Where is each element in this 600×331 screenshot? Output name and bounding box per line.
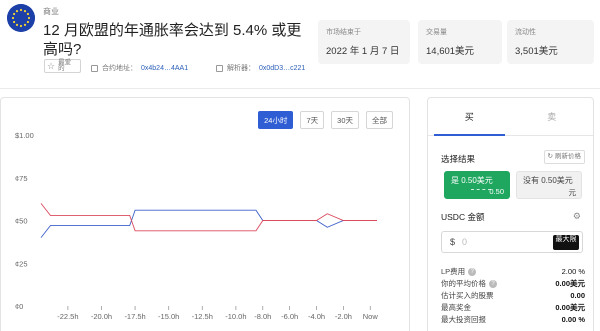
copy-icon — [216, 64, 223, 72]
outcome-yes-sub: 0.50 — [489, 187, 504, 196]
x-tick-label: Now — [363, 312, 379, 321]
info-value: 2.00 % — [561, 267, 585, 276]
stat-label: 交易量 — [426, 29, 447, 36]
star-icon: ☆ — [47, 60, 56, 71]
stat-liquidity: 流动性 3,501美元 — [507, 20, 594, 64]
tab-buy[interactable]: 买 — [428, 98, 511, 136]
pick-outcome-label: 选择结果 — [441, 154, 476, 164]
stat-value: 2022 年 1 月 7 日 — [326, 46, 400, 57]
y-tick-label: ¢50 — [15, 217, 28, 226]
refresh-label: 刷新价格 — [555, 153, 581, 160]
info-row-max-roi: 最大投资回报 0.00 % — [441, 314, 585, 325]
x-tick-label: -15.0h — [158, 312, 179, 321]
range-button-7d[interactable]: 7天 — [300, 111, 325, 129]
outcome-yes-row: 是 0.50美元 — [451, 175, 493, 186]
range-button-30d[interactable]: 30天 — [331, 111, 359, 129]
eu-flag-stars — [7, 4, 35, 32]
resolver-address-value[interactable]: 0x0dD3…c221 — [259, 65, 305, 72]
info-row-max-winnings: 最高奖金 0.00美元 — [441, 302, 585, 313]
stat-value: 14,601美元 — [426, 46, 475, 57]
range-button-24h[interactable]: 24小时 — [258, 111, 294, 129]
max-button[interactable]: 最大限 — [553, 235, 579, 250]
info-value: 0.00 — [570, 291, 585, 300]
market-address-label: 合约地址： — [102, 65, 137, 72]
price-chart-card: $1.00 ¢75 ¢50 ¢25 ¢0 -22.5h -20.0h -17.5h -15.0h… — [0, 97, 410, 331]
gear-icon[interactable]: ⚙ — [573, 211, 581, 222]
favorite-button[interactable]: ☆ 最爱的 — [44, 59, 81, 73]
favorite-label: 最爱的 — [58, 58, 72, 72]
trade-panel: 买 卖 选择结果 ↻ 刷新价格 是 0.50美元 0.50 没有 0.50美元 … — [427, 97, 594, 331]
x-tick-label: -6.0h — [281, 312, 298, 321]
eu-flag-icon — [7, 4, 35, 32]
header-divider — [0, 88, 600, 89]
info-row-avg-price: 你的平均价格? 0.00美元 — [441, 278, 585, 289]
x-tick-label: -22.5h — [57, 312, 78, 321]
x-tick-label: -10.0h — [225, 312, 246, 321]
refresh-icon: ↻ — [547, 153, 553, 160]
market-address[interactable]: 合约地址： 0x4b24…4AA1 — [91, 63, 188, 73]
x-tick-label: -8.0h — [254, 312, 271, 321]
help-icon[interactable]: ? — [489, 279, 497, 288]
stat-volume: 交易量 14,601美元 — [418, 20, 502, 64]
info-row-lp-fee: LP费用? 2.00 % — [441, 266, 585, 277]
market-category[interactable]: 商业 — [43, 6, 59, 17]
outcome-yes-button[interactable]: 是 0.50美元 0.50 — [444, 171, 510, 199]
amount-placeholder: 0 — [462, 237, 468, 247]
amount-label: USDC 金额 — [441, 212, 485, 222]
y-tick-label: ¢25 — [15, 259, 28, 268]
info-row-est-shares: 估计买入的股票 0.00 — [441, 290, 585, 301]
market-address-value[interactable]: 0x4b24…4AA1 — [141, 65, 188, 72]
resolver-address[interactable]: 解析器： 0x0dD3…c221 — [216, 63, 305, 73]
info-label: 估计买入的股票 — [441, 291, 494, 300]
range-selector: 24小时 7天 30天 全部 — [258, 111, 393, 129]
market-title: 12 月欧盟的年通胀率会达到 5.4% 或更高吗? — [43, 22, 302, 58]
outcome-no-row: 没有 0.50美元 — [523, 175, 573, 186]
amount-input[interactable]: $ 0 最大限 — [441, 231, 583, 253]
outcome-no-name: 没有 — [523, 176, 539, 185]
y-tick-label: ¢75 — [15, 174, 28, 183]
y-tick-label: ¢0 — [15, 302, 23, 311]
stat-end-date: 市场结束于 2022 年 1 月 7 日 — [318, 20, 410, 64]
outcome-yes-name: 是 — [451, 176, 459, 185]
tab-sell[interactable]: 卖 — [511, 98, 594, 136]
outcome-no-price: 0.50美元 — [541, 176, 573, 185]
resolver-address-label: 解析器： — [227, 65, 255, 72]
y-tick-label: $1.00 — [15, 131, 34, 140]
stat-value: 3,501美元 — [515, 46, 558, 57]
x-tick-label: -17.5h — [124, 312, 145, 321]
price-chart: $1.00 ¢75 ¢50 ¢25 ¢0 -22.5h -20.0h -17.5h -15.0h… — [15, 131, 379, 321]
refresh-price-button[interactable]: ↻ 刷新价格 — [543, 150, 585, 164]
info-value: 0.00美元 — [555, 279, 585, 288]
info-label: LP费用 — [441, 267, 466, 276]
x-tick-label: -12.5h — [192, 312, 213, 321]
info-label: 你的平均价格 — [441, 279, 486, 288]
stat-label: 市场结束于 — [326, 29, 361, 36]
range-button-all[interactable]: 全部 — [366, 111, 393, 129]
info-value: 0.00 % — [561, 315, 585, 324]
copy-icon — [91, 64, 98, 72]
info-value: 0.00美元 — [555, 303, 585, 312]
active-tab-indicator — [434, 134, 505, 136]
outcome-no-button[interactable]: 没有 0.50美元 元 — [516, 171, 582, 199]
help-icon[interactable]: ? — [468, 267, 477, 276]
info-label: 最高奖金 — [441, 303, 471, 312]
info-label: 最大投资回报 — [441, 315, 486, 324]
outcome-yes-dashes — [471, 189, 491, 190]
currency-symbol: $ — [450, 237, 456, 247]
x-tick-label: -2.0h — [335, 312, 352, 321]
x-tick-label: -20.0h — [91, 312, 112, 321]
x-tick-label: -4.0h — [308, 312, 325, 321]
trade-tabs: 买 卖 — [428, 98, 593, 136]
stat-label: 流动性 — [515, 29, 536, 36]
outcome-yes-price: 0.50美元 — [461, 176, 493, 185]
outcome-no-sub: 元 — [568, 188, 577, 197]
